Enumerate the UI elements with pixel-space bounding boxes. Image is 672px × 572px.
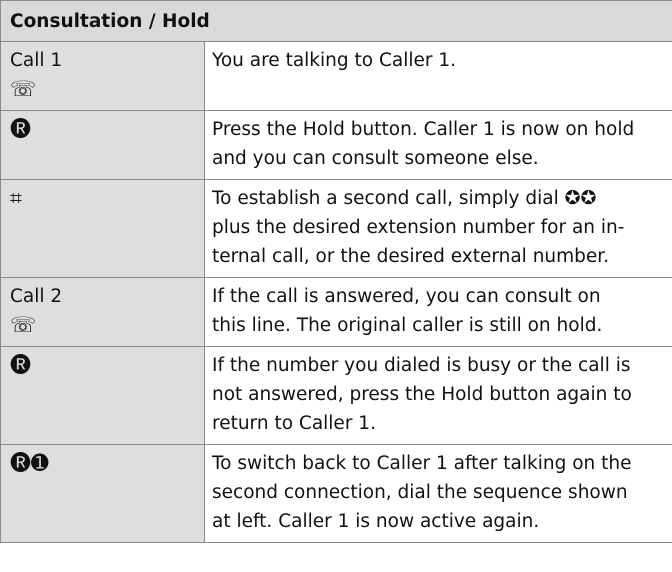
description-cell: You are talking to Caller 1. — [203, 41, 672, 111]
description-line: If the call is answered, you can consult… — [212, 286, 601, 307]
key-cell: Call 1 ☏ — [0, 41, 205, 111]
description-line: return to Caller 1. — [212, 413, 376, 434]
description-line: Press the Hold button. Caller 1 is now o… — [212, 119, 635, 140]
consultation-hold-table: Consultation / Hold Call 1 ☏ You are tal… — [0, 0, 672, 543]
description-line: To switch back to Caller 1 after talking… — [212, 453, 632, 474]
keypad-icon: ⌗ — [10, 186, 22, 210]
manual-page: Consultation / Hold Call 1 ☏ You are tal… — [0, 0, 672, 572]
description-cell: Press the Hold button. Caller 1 is now o… — [203, 110, 672, 180]
description-cell: If the number you dialed is busy or the … — [203, 346, 672, 445]
key-cell: 🅡 — [0, 110, 205, 180]
description-line: second connection, dial the sequence sho… — [212, 482, 628, 503]
call-label: Call 1 — [10, 50, 63, 71]
description-text: To establish a second call, simply dial — [212, 188, 565, 209]
key-cell: ⌗ — [0, 179, 205, 278]
call-label: Call 2 — [10, 286, 63, 307]
description-line: To establish a second call, simply dial … — [212, 184, 664, 213]
handset-icon: ☏ — [10, 77, 37, 101]
key-cell: 🅡➊ — [0, 444, 205, 543]
table-row: ⌗ To establish a second call, simply dia… — [0, 179, 672, 278]
star-key-icon: ✪✪ — [564, 187, 597, 209]
description-line: plus the desired extension number for an… — [212, 217, 625, 238]
description-cell: To switch back to Caller 1 after talking… — [203, 444, 672, 543]
description-line: this line. The original caller is still … — [212, 315, 603, 336]
table-row: 🅡 If the number you dialed is busy or th… — [0, 346, 672, 445]
description-cell: If the call is answered, you can consult… — [203, 277, 672, 347]
hold-key-icon: 🅡 — [10, 353, 31, 377]
description-line: not answered, press the Hold button agai… — [212, 384, 632, 405]
key-cell: 🅡 — [0, 346, 205, 445]
table-row: Call 1 ☏ You are talking to Caller 1. — [0, 41, 672, 111]
description-line: You are talking to Caller 1. — [212, 50, 457, 71]
key-cell: Call 2 ☏ — [0, 277, 205, 347]
description-line: ternal call, or the desired external num… — [212, 246, 610, 267]
description-line: If the number you dialed is busy or the … — [212, 355, 631, 376]
table-row: 🅡 Press the Hold button. Caller 1 is now… — [0, 110, 672, 180]
description-cell: To establish a second call, simply dial … — [203, 179, 672, 278]
table-row: Call 2 ☏ If the call is answered, you ca… — [0, 277, 672, 347]
hold-and-one-keys-icon: 🅡➊ — [10, 451, 49, 475]
table-heading: Consultation / Hold — [0, 0, 672, 42]
description-line: at left. Caller 1 is now active again. — [212, 511, 540, 532]
handset-icon: ☏ — [10, 313, 37, 337]
table-row: 🅡➊ To switch back to Caller 1 after talk… — [0, 444, 672, 543]
description-line: and you can consult someone else. — [212, 148, 539, 169]
hold-key-icon: 🅡 — [10, 117, 31, 141]
